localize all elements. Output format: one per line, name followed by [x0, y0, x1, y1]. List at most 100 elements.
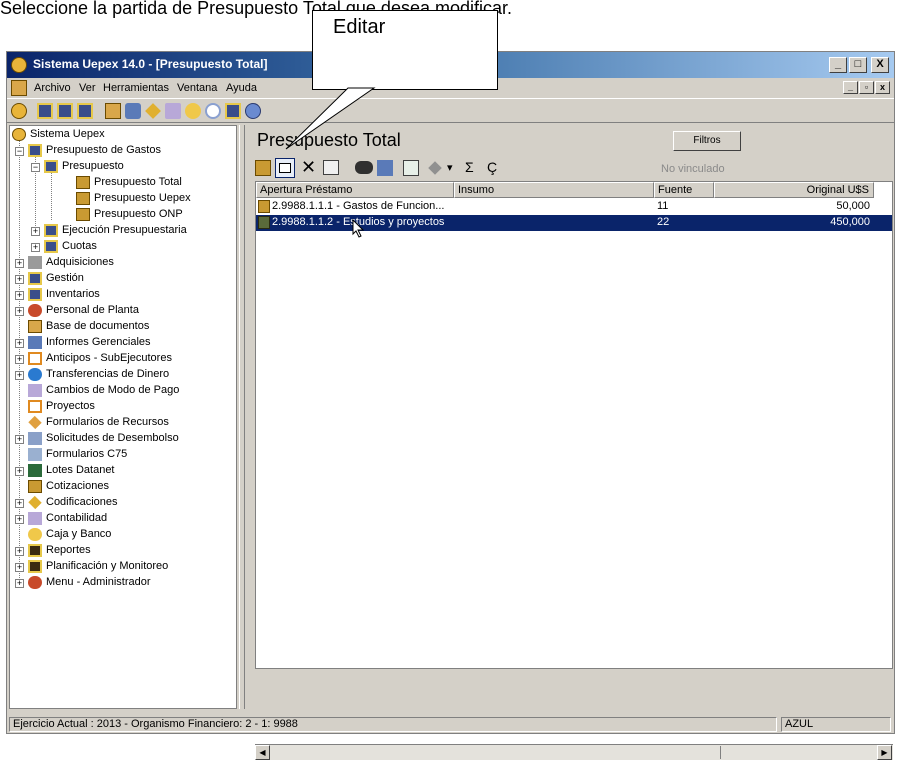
- module-icon: [28, 288, 42, 301]
- horizontal-scrollbar[interactable]: ◀ ▶: [255, 744, 893, 760]
- cell-original: 450,000: [830, 216, 870, 228]
- cell-apertura: 2.9988.1.1.1 - Gastos de Funcion...: [272, 200, 445, 212]
- reports-icon[interactable]: [125, 103, 141, 119]
- sum-icon[interactable]: Σ: [465, 159, 474, 175]
- document-icon[interactable]: [11, 80, 27, 96]
- window-icon[interactable]: [225, 103, 241, 119]
- expand-icon[interactable]: +: [31, 243, 40, 252]
- reports-folder-icon: [28, 544, 42, 557]
- callout-box: Editar: [312, 10, 498, 90]
- transfer-icon: [28, 368, 42, 381]
- find-icon[interactable]: [355, 161, 373, 174]
- uepex-icon: [12, 128, 26, 141]
- expand-icon[interactable]: +: [15, 515, 24, 524]
- codes-icon[interactable]: [145, 103, 161, 119]
- folder-icon: [28, 144, 42, 157]
- planning-icon: [28, 560, 42, 573]
- scroll-right-icon[interactable]: ▶: [877, 745, 892, 760]
- expand-icon[interactable]: +: [15, 291, 24, 300]
- menu-herramientas[interactable]: Herramientas: [103, 82, 169, 94]
- delete-icon[interactable]: ✕: [301, 157, 316, 177]
- form-c75-icon: [28, 448, 42, 461]
- folder-icon: [44, 240, 58, 253]
- module-icon: [28, 272, 42, 285]
- edit-button[interactable]: [275, 158, 295, 178]
- folder-icon: [44, 224, 58, 237]
- expand-icon[interactable]: +: [31, 227, 40, 236]
- budget-icon[interactable]: [105, 103, 121, 119]
- callout-label: Editar: [333, 16, 386, 38]
- budget-table: Apertura Préstamo Insumo Fuente Original…: [255, 181, 893, 669]
- menu-archivo[interactable]: Archivo: [34, 82, 71, 94]
- link-status: No vinculado: [661, 163, 725, 175]
- report-icon[interactable]: [377, 160, 393, 176]
- column-header-apertura[interactable]: Apertura Préstamo: [256, 182, 454, 198]
- mdi-minimize-button[interactable]: _: [843, 81, 858, 94]
- expand-icon[interactable]: +: [15, 275, 24, 284]
- close-button[interactable]: X: [871, 57, 889, 73]
- expand-icon[interactable]: +: [15, 259, 24, 268]
- tools-dropdown-icon[interactable]: ▾: [447, 161, 453, 174]
- currency-icon[interactable]: Ç: [487, 159, 497, 175]
- main-toolbar: [7, 98, 894, 123]
- module-icon[interactable]: [37, 103, 53, 119]
- budget-icon: [76, 176, 90, 189]
- expand-icon[interactable]: +: [15, 467, 24, 476]
- expand-icon[interactable]: +: [15, 307, 24, 316]
- budget-icon: [76, 192, 90, 205]
- expand-icon[interactable]: +: [15, 371, 24, 380]
- uepex-icon[interactable]: [11, 103, 27, 119]
- folder-icon: [44, 160, 58, 173]
- forms-icon: [28, 415, 42, 430]
- expand-icon[interactable]: +: [15, 339, 24, 348]
- module-icon[interactable]: [77, 103, 93, 119]
- column-header-fuente[interactable]: Fuente: [654, 182, 714, 198]
- settings-icon[interactable]: [205, 103, 221, 119]
- expand-icon[interactable]: +: [15, 499, 24, 508]
- people-icon: [28, 304, 42, 317]
- refresh-icon[interactable]: [403, 160, 419, 176]
- filters-button[interactable]: Filtros: [673, 131, 741, 151]
- budget-icon: [76, 208, 90, 221]
- cash-icon[interactable]: [185, 103, 201, 119]
- maximize-button[interactable]: □: [849, 57, 867, 73]
- expand-icon[interactable]: +: [15, 355, 24, 364]
- expand-icon[interactable]: +: [15, 563, 24, 572]
- expand-icon[interactable]: +: [15, 435, 24, 444]
- accounting-icon[interactable]: [165, 103, 181, 119]
- new-icon[interactable]: [255, 160, 271, 176]
- admin-icon: [28, 576, 42, 589]
- pane-splitter[interactable]: [239, 125, 245, 709]
- tools-icon[interactable]: [428, 161, 442, 175]
- window-title: Sistema Uepex 14.0 - [Presupuesto Total]: [33, 57, 268, 71]
- mdi-restore-button[interactable]: ▫: [859, 81, 874, 94]
- codes-icon: [28, 495, 42, 510]
- table-row[interactable]: 2.9988.1.1.1 - Gastos de Funcion... 11 5…: [256, 199, 892, 215]
- menu-ver[interactable]: Ver: [79, 82, 96, 94]
- module-icon[interactable]: [57, 103, 73, 119]
- scroll-thumb[interactable]: [720, 746, 721, 759]
- budget-item-icon: [258, 200, 270, 213]
- cell-original: 50,000: [836, 200, 870, 212]
- minimize-button[interactable]: _: [829, 57, 847, 73]
- purchases-icon: [28, 256, 42, 269]
- budget-panel: Presupuesto Total Filtros ✕ ▾ Σ Ç No vin…: [247, 125, 894, 760]
- documents-icon: [28, 320, 42, 333]
- status-bar: Ejercicio Actual : 2013 - Organismo Fina…: [7, 715, 894, 733]
- column-header-original[interactable]: Original U$S: [714, 182, 874, 198]
- expand-icon[interactable]: +: [15, 579, 24, 588]
- navigation-tree: Sistema Uepex − Presupuesto de Gastos − …: [9, 125, 237, 709]
- column-header-insumo[interactable]: Insumo: [454, 182, 654, 198]
- collapse-icon[interactable]: −: [31, 163, 40, 172]
- disbursement-icon: [28, 432, 42, 445]
- cash-icon: [28, 528, 42, 541]
- menu-ventana[interactable]: Ventana: [177, 82, 217, 94]
- mdi-close-button[interactable]: x: [875, 81, 890, 94]
- collapse-icon[interactable]: −: [15, 147, 24, 156]
- advance-icon: [28, 352, 42, 365]
- scroll-left-icon[interactable]: ◀: [255, 745, 270, 760]
- menu-ayuda[interactable]: Ayuda: [226, 82, 257, 94]
- help-icon[interactable]: [245, 103, 261, 119]
- expand-icon[interactable]: +: [15, 547, 24, 556]
- properties-icon[interactable]: [323, 160, 339, 175]
